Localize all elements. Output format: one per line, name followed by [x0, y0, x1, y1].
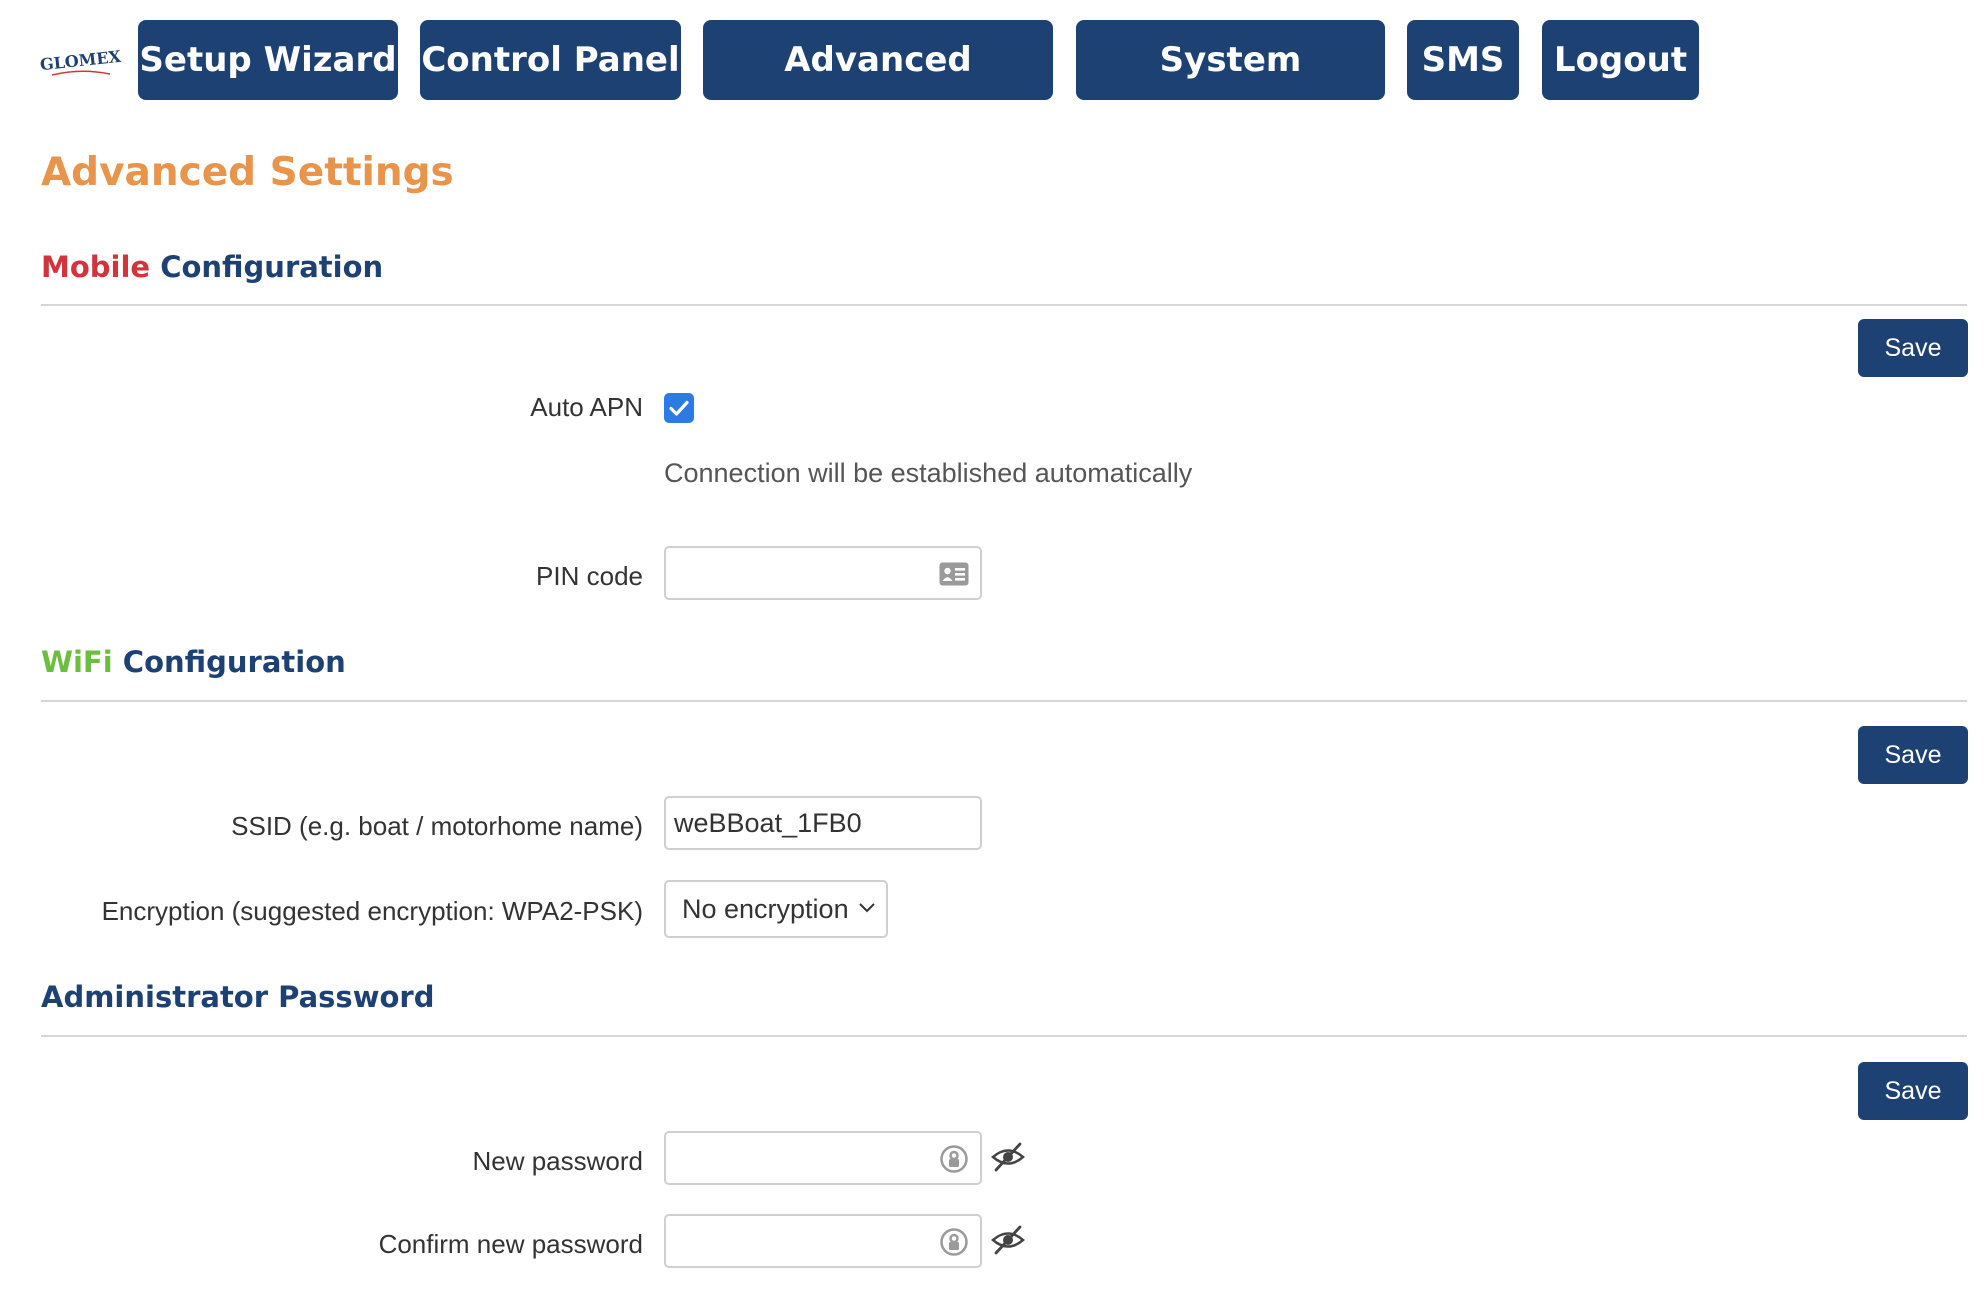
- nav-control-panel[interactable]: Control Panel: [420, 20, 681, 100]
- eye-slash-icon[interactable]: [990, 1222, 1026, 1258]
- password-key-icon: [940, 1228, 968, 1256]
- wifi-save-button[interactable]: Save: [1858, 726, 1968, 784]
- wifi-title-highlight: WiFi: [41, 645, 113, 679]
- pin-code-label: PIN code: [536, 561, 643, 591]
- contact-card-icon: [939, 562, 969, 586]
- chevron-down-icon: [859, 903, 875, 913]
- pin-code-field[interactable]: [664, 546, 982, 600]
- section-divider: [41, 304, 1967, 306]
- password-key-icon: [940, 1145, 968, 1173]
- page-title: Advanced Settings: [41, 150, 454, 195]
- encryption-select[interactable]: No encryption: [664, 880, 888, 938]
- auto-apn-hint: Connection will be established automatic…: [664, 458, 1193, 488]
- logo-text: GLOMEX: [39, 47, 122, 74]
- nav-logout[interactable]: Logout: [1542, 20, 1699, 100]
- eye-slash-icon[interactable]: [990, 1139, 1026, 1175]
- mobile-save-button[interactable]: Save: [1858, 319, 1968, 377]
- mobile-section-title: Mobile Configuration: [41, 250, 383, 284]
- confirm-password-field[interactable]: [664, 1214, 982, 1268]
- section-divider: [41, 700, 1967, 702]
- confirm-password-label: Confirm new password: [378, 1229, 643, 1259]
- auto-apn-label: Auto APN: [530, 392, 643, 422]
- encryption-selected-value: No encryption: [682, 894, 849, 924]
- nav-sms[interactable]: SMS: [1407, 20, 1519, 100]
- nav-system-updates[interactable]: System Updates: [1076, 20, 1385, 160]
- mobile-title-highlight: Mobile: [41, 250, 151, 284]
- ssid-input[interactable]: [674, 798, 914, 848]
- nav-setup-wizard[interactable]: Setup Wizard: [138, 20, 398, 100]
- new-password-label: New password: [472, 1146, 643, 1176]
- confirm-password-input[interactable]: [674, 1216, 914, 1266]
- new-password-field[interactable]: [664, 1131, 982, 1185]
- glomex-logo[interactable]: GLOMEX: [38, 44, 124, 84]
- auto-apn-checkbox[interactable]: [664, 393, 694, 423]
- nav-advanced-settings[interactable]: Advanced Settings: [703, 20, 1053, 160]
- admin-section-title: Administrator Password: [41, 980, 435, 1014]
- admin-save-button[interactable]: Save: [1858, 1062, 1968, 1120]
- wifi-section-title: WiFi Configuration: [41, 645, 346, 679]
- check-icon: [669, 400, 689, 416]
- encryption-label: Encryption (suggested encryption: WPA2-P…: [101, 896, 643, 926]
- ssid-label: SSID (e.g. boat / motorhome name): [231, 811, 643, 841]
- wifi-title-rest: Configuration: [112, 645, 346, 679]
- ssid-field[interactable]: [664, 796, 982, 850]
- pin-code-input[interactable]: [674, 548, 914, 598]
- new-password-input[interactable]: [674, 1133, 914, 1183]
- section-divider: [41, 1035, 1967, 1037]
- top-navigation: GLOMEX Setup Wizard Control Panel Advanc…: [0, 0, 1984, 160]
- mobile-title-rest: Configuration: [150, 250, 384, 284]
